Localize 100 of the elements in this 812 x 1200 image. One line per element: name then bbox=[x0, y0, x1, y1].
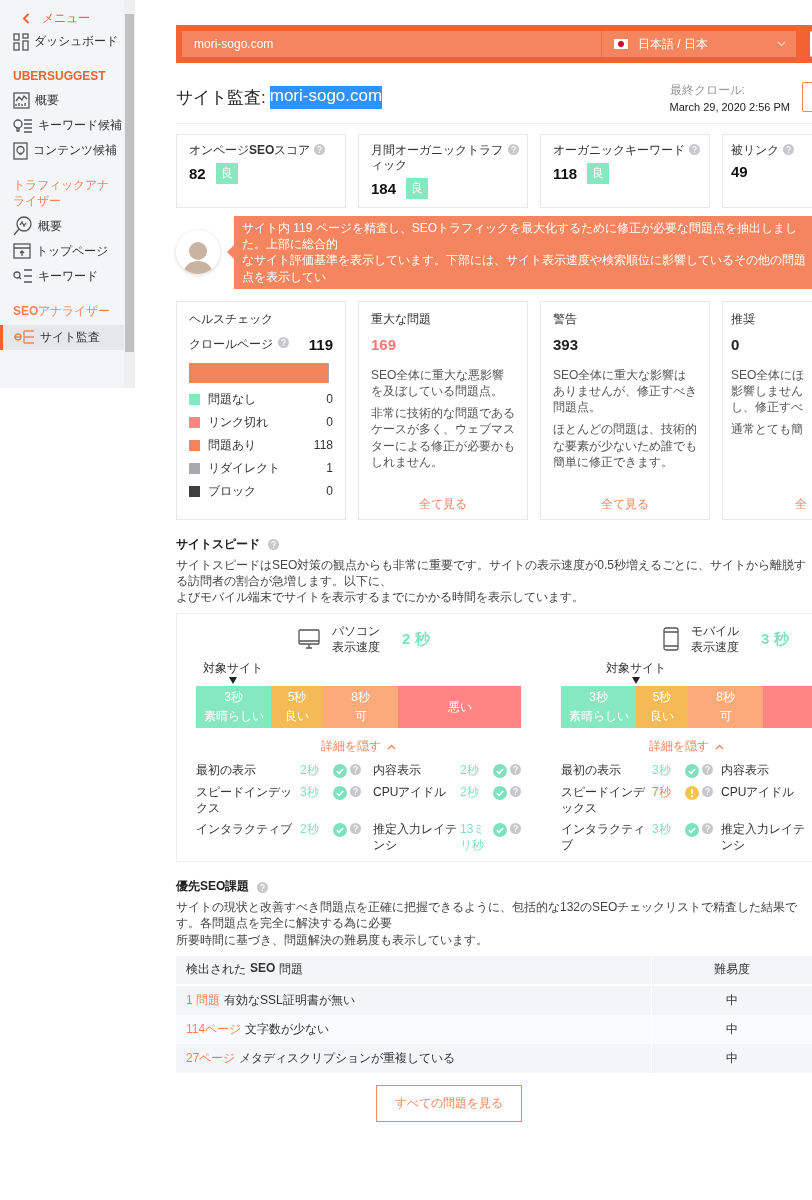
lightbulb-icon bbox=[13, 141, 28, 160]
sidebar-item[interactable]: コンテンツ候補 bbox=[0, 138, 124, 164]
chevron-up-icon bbox=[715, 743, 724, 750]
difficulty-text: 中 bbox=[651, 1043, 812, 1073]
metric-name: 最初の表示 bbox=[561, 763, 622, 779]
help-icon bbox=[278, 336, 289, 348]
sidebar-item[interactable]: サイト監査 bbox=[0, 324, 124, 350]
legend-count: 0 bbox=[326, 484, 333, 499]
legend-label: 問題あり bbox=[208, 436, 257, 454]
device-subtitle: 表示速度 bbox=[332, 639, 380, 657]
site-marker-label: 対象サイト bbox=[203, 660, 264, 678]
legend-label: リダイレクト bbox=[208, 459, 281, 477]
difficulty-text: 中 bbox=[651, 1014, 812, 1044]
segment-label: 良い bbox=[650, 708, 674, 726]
section-title: サイトスピード bbox=[176, 535, 260, 553]
hide-details-link[interactable]: 詳細を隠す bbox=[561, 738, 812, 756]
metric-name: 内容表示 bbox=[721, 763, 770, 779]
segment-label: 素晴らしい bbox=[568, 708, 629, 726]
segment-label: 悪い bbox=[447, 698, 472, 716]
help-icon bbox=[257, 881, 269, 893]
domain-input-field[interactable]: mori-sogo.com bbox=[182, 31, 601, 57]
help-icon bbox=[702, 785, 713, 797]
card-description: SEO全体に重大な悪影響を及ぼしている問題点。 bbox=[371, 366, 506, 400]
card-description: し、修正すべ bbox=[731, 399, 804, 416]
segment-label: 良い bbox=[285, 708, 309, 726]
metric-value: 82 bbox=[189, 165, 206, 182]
view-all-issues-button[interactable]: すべての問題を見る bbox=[376, 1084, 522, 1122]
site-structure-icon bbox=[13, 329, 35, 346]
chart-icon bbox=[13, 92, 30, 110]
segment-label: 可 bbox=[354, 708, 367, 726]
sidebar-item[interactable]: 概要 bbox=[0, 88, 124, 114]
legend-count: 0 bbox=[326, 415, 333, 430]
metric-label: オンページSEOスコア bbox=[189, 143, 311, 158]
legend-label: リンク切れ bbox=[208, 413, 269, 431]
metric-name: スピードインデックス bbox=[561, 784, 646, 817]
chevron-left-icon bbox=[22, 13, 30, 24]
metric-time: 2秒 bbox=[300, 763, 320, 779]
metric-time: 3秒 bbox=[652, 763, 672, 779]
help-icon bbox=[314, 144, 326, 155]
metric-value: 184 bbox=[371, 180, 397, 197]
last-crawl-date: March 29, 2020 2:56 PM bbox=[669, 100, 790, 113]
metric-name: インタラクティブ bbox=[196, 822, 293, 838]
issue-count-link[interactable]: 114ページ bbox=[186, 1020, 242, 1038]
metric-time: 7秒 bbox=[652, 784, 672, 801]
section-description: サイトの現状と改善すべき問題点を正確に把握できるように、包括的な132のSEOチェックリストで精査した結果です。各問題点を完全に解決する為に必要 bbox=[176, 899, 799, 932]
flag-icon bbox=[614, 39, 628, 49]
card-description: SEO全体にほ bbox=[731, 366, 806, 383]
metric-label: 被リンク bbox=[731, 143, 779, 158]
language-dropdown[interactable]: 日本語 / 日本 bbox=[601, 31, 796, 57]
metric-label: 月間オーガニックトラフィック bbox=[371, 143, 504, 173]
help-icon bbox=[268, 539, 279, 551]
sidebar-item[interactable]: キーワード候補 bbox=[0, 113, 124, 139]
issue-text: 文字数が少ない bbox=[245, 1020, 330, 1038]
help-icon bbox=[508, 144, 519, 155]
rating-badge: 良 bbox=[215, 163, 238, 184]
sidebar-item[interactable]: ダッシュボード bbox=[0, 29, 124, 54]
metric-time: 2秒 bbox=[460, 784, 480, 801]
help-icon bbox=[702, 764, 713, 776]
crawled-pages-label: クロールページ bbox=[189, 335, 273, 353]
issue-count: 393 bbox=[553, 335, 580, 353]
metric-label: オーガニックキーワード bbox=[553, 143, 685, 158]
view-all-link[interactable]: 全て見る bbox=[553, 495, 697, 513]
sidebar-item[interactable]: トップページ bbox=[0, 238, 124, 264]
legend-count: 0 bbox=[326, 392, 333, 407]
sidebar-item[interactable]: 概要 bbox=[0, 213, 124, 239]
metric-name: 推定入力レイテンシ bbox=[721, 822, 806, 854]
selected-domain-text: mori-sogo.com bbox=[269, 85, 383, 109]
menu-back-link[interactable]: メニュー bbox=[0, 8, 124, 29]
metric-name: スピードインデックス bbox=[196, 784, 293, 817]
issue-count-link[interactable]: 27ページ bbox=[186, 1049, 236, 1067]
load-time-value: 2 秒 bbox=[402, 629, 430, 649]
scrollbar-thumb[interactable] bbox=[125, 14, 134, 352]
sidebar-item[interactable]: キーワード bbox=[0, 263, 124, 289]
segment-label: 素晴らしい bbox=[203, 708, 264, 726]
section-description: サイトスピードはSEO対策の観点からも非常に重要です。サイトの表示速度が0.5秒増えるごとに、サイトから離脱する訪問者の割合が急増します。以下に、 bbox=[176, 556, 808, 590]
card-description: 影響しません bbox=[731, 382, 804, 400]
help-icon bbox=[689, 144, 700, 155]
metric-time: 2秒 bbox=[300, 822, 320, 838]
load-time-value: 3 秒 bbox=[761, 629, 789, 649]
card-title: 重大な問題 bbox=[371, 310, 432, 328]
card-description: 通常とても簡 bbox=[731, 421, 804, 438]
calendar-icon bbox=[13, 243, 31, 260]
segment-label: 可 bbox=[719, 708, 732, 726]
scrollbar[interactable] bbox=[124, 0, 135, 388]
site-marker-label: 対象サイト bbox=[606, 660, 667, 678]
lightbulb-list-icon bbox=[13, 117, 33, 134]
metric-name: 内容表示 bbox=[373, 763, 422, 779]
segment-time: 3秒 bbox=[589, 689, 608, 707]
help-icon bbox=[702, 823, 713, 835]
issue-count-link[interactable]: 1 問題 bbox=[186, 991, 220, 1009]
page-title: サイト監査: bbox=[176, 86, 266, 109]
view-all-link[interactable]: 全 bbox=[731, 495, 812, 513]
issue-count: 169 bbox=[371, 335, 398, 353]
card-description: SEO全体に重大な影響はありませんが、修正すべき問題点。 bbox=[553, 366, 697, 416]
phone-icon bbox=[663, 627, 679, 652]
card-title: 警告 bbox=[553, 310, 578, 328]
device-name: モバイル bbox=[691, 622, 739, 640]
hide-details-link[interactable]: 詳細を隠す bbox=[196, 738, 521, 756]
segment-time: 5秒 bbox=[287, 689, 307, 707]
view-all-link[interactable]: 全て見る bbox=[371, 495, 515, 513]
